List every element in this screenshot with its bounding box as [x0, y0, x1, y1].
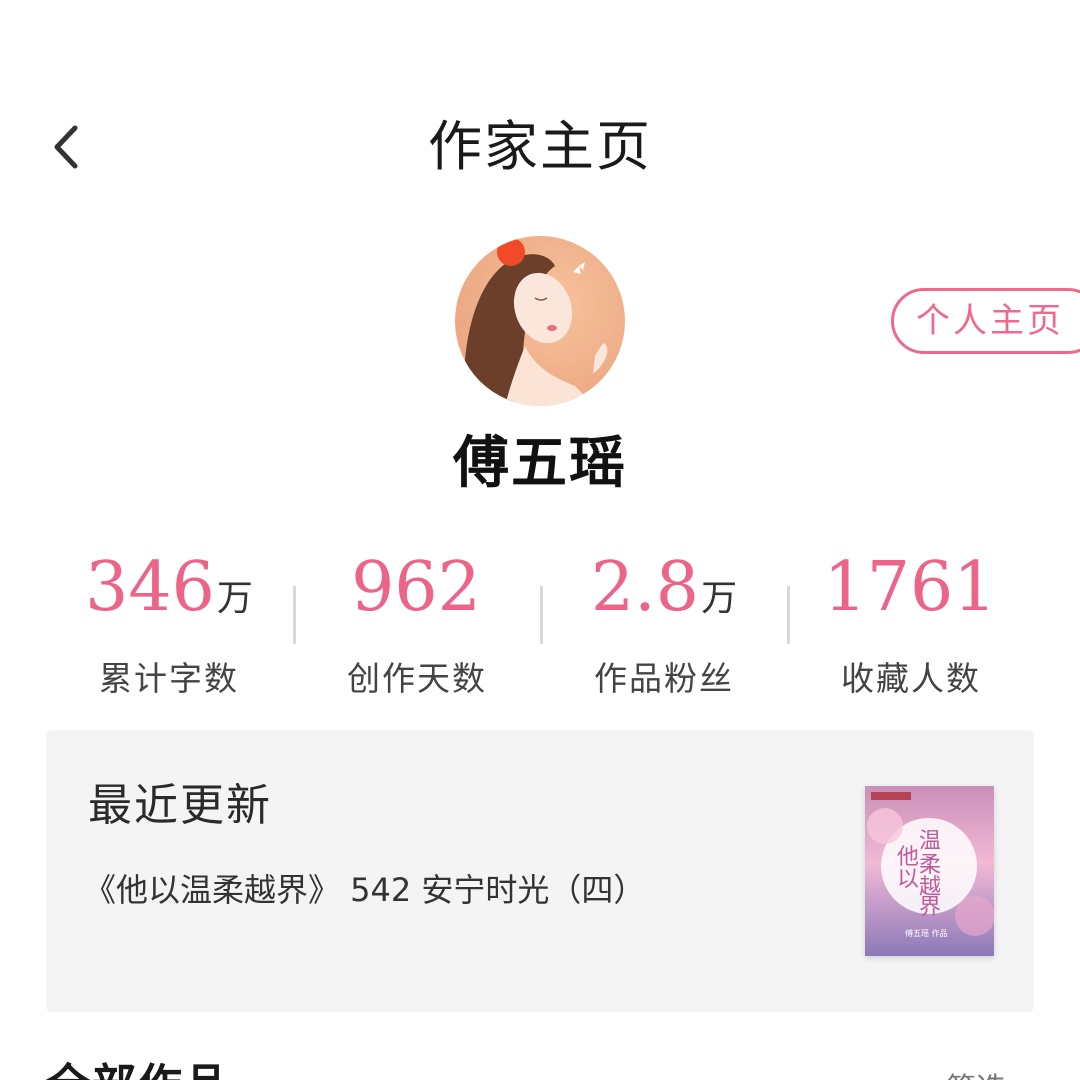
page-title: 作家主页 [428, 115, 652, 178]
stat-label: 收藏人数 [841, 659, 981, 698]
stats-row: 346万 累计字数 962 创作天数 2.8万 作品粉丝 1761 收藏人数 [45, 548, 1035, 698]
cover-title-char: 以 [897, 867, 919, 892]
stat-value: 962 [351, 548, 481, 627]
cover-title-char: 温 [919, 829, 941, 854]
stat-total-words: 346万 累计字数 [45, 548, 293, 701]
stat-value: 2.8万 [590, 548, 738, 627]
cover-author: 傅五瑶 作品 [905, 928, 948, 938]
cover-title-char: 界 [919, 895, 941, 920]
personal-homepage-button[interactable]: 个人主页 [891, 288, 1080, 354]
stat-label: 创作天数 [347, 659, 487, 698]
stat-writing-days: 962 创作天数 [293, 548, 541, 701]
book-cover[interactable]: 温 他 柔 以 越 界 傅五瑶 作品 [865, 786, 994, 956]
filter-link[interactable]: 筛选 [946, 1064, 1006, 1080]
author-name: 傅五瑶 [453, 431, 627, 496]
author-page: 作家主页 个人主页 傅五瑶 346万 累计字数 962 创作天数 2.8万 作品… [0, 0, 1080, 1080]
recent-update-chapter[interactable]: 《他以温柔越界》 542 安宁时光（四） [84, 868, 645, 912]
stat-value: 346万 [85, 548, 253, 627]
all-works-title: 全部作品 [46, 1058, 230, 1080]
recent-update-card[interactable]: 最近更新 《他以温柔越界》 542 安宁时光（四） 温 他 柔 以 越 界 傅五… [46, 730, 1034, 1012]
stat-value: 1761 [823, 548, 997, 627]
stat-fans: 2.8万 作品粉丝 [540, 548, 788, 701]
book-cover-art: 温 他 柔 以 越 界 傅五瑶 作品 [865, 786, 994, 956]
stat-label: 累计字数 [99, 659, 239, 698]
recent-update-title: 最近更新 [88, 780, 272, 831]
avatar[interactable] [455, 236, 625, 406]
avatar-illustration [455, 236, 625, 406]
stat-label: 作品粉丝 [594, 659, 734, 698]
stat-favorites: 1761 收藏人数 [787, 548, 1035, 701]
